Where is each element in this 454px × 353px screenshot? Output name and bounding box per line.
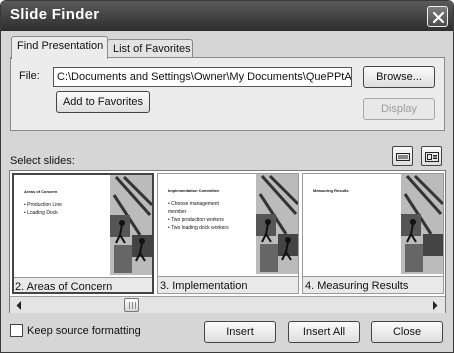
add-to-favorites-button[interactable]: Add to Favorites [56, 91, 150, 113]
insert-button[interactable]: Insert [204, 321, 276, 343]
keep-source-formatting-checkbox[interactable] [10, 324, 23, 337]
tab-list-of-favorites[interactable]: List of Favorites [107, 39, 193, 59]
file-path-input[interactable]: C:\Documents and Settings\Owner\My Docum… [53, 67, 352, 87]
close-button[interactable]: Close [371, 321, 443, 343]
slide-thumb-bullets: • Production Line • Loading Dock [24, 201, 94, 217]
select-slides-label: Select slides: [10, 155, 75, 167]
slide-thumb-bullet: • Choose management member [168, 201, 219, 215]
slide-view-button[interactable] [421, 146, 442, 166]
close-window-button[interactable] [427, 6, 448, 27]
slide-thumb-title: Implementation Committee [168, 188, 220, 193]
slide-thumbnail-3[interactable]: Implementation Committee • Choose manage… [157, 173, 299, 294]
scroll-right-arrow-icon[interactable] [427, 298, 442, 313]
scroll-thumb[interactable] [124, 298, 139, 312]
slide-thumb-bullet: • Production Line [24, 202, 62, 208]
list-view-icon [396, 153, 410, 161]
insert-all-button[interactable]: Insert All [288, 321, 360, 343]
slide-thumb-bullets: • Choose management member • Two product… [168, 200, 238, 232]
slide-thumb-title: Areas of Concern [24, 189, 58, 194]
browse-button[interactable]: Browse... [363, 66, 435, 88]
tab-find-presentation[interactable]: Find Presentation [11, 36, 108, 59]
slide-thumb-bullet: • Two loading dock workers [168, 225, 229, 231]
slide-caption: 3. Implementation [158, 276, 298, 293]
close-icon [432, 11, 445, 24]
dialog-title: Slide Finder [10, 6, 100, 23]
slide-thumb-bullet: • Loading Dock [24, 210, 58, 216]
horizontal-scrollbar[interactable] [10, 296, 445, 313]
slide-thumbnail-4[interactable]: Measuring Results 4. Measuring Results [302, 173, 444, 294]
slide-finder-dialog: Slide Finder Find Presentation List of F… [0, 0, 454, 353]
slide-picture [401, 174, 443, 274]
scroll-left-arrow-icon[interactable] [12, 298, 27, 313]
title-bar: Slide Finder [1, 1, 453, 31]
slide-view-icon [425, 152, 439, 162]
slide-picture [110, 175, 152, 275]
slide-picture [256, 174, 298, 274]
slide-thumb-bullet: • Two production workers [168, 217, 224, 223]
slide-thumbnail-strip: Areas of Concern • Production Line • Loa… [9, 170, 446, 313]
slide-caption: 2. Areas of Concern [14, 277, 152, 292]
display-button[interactable]: Display [363, 98, 435, 120]
keep-source-formatting-label: Keep source formatting [27, 325, 141, 337]
slide-thumbnail-2[interactable]: Areas of Concern • Production Line • Loa… [12, 173, 154, 294]
slide-caption: 4. Measuring Results [303, 276, 443, 293]
list-view-button[interactable] [392, 146, 413, 166]
slide-thumb-title: Measuring Results [313, 188, 349, 193]
file-label: File: [19, 70, 40, 82]
